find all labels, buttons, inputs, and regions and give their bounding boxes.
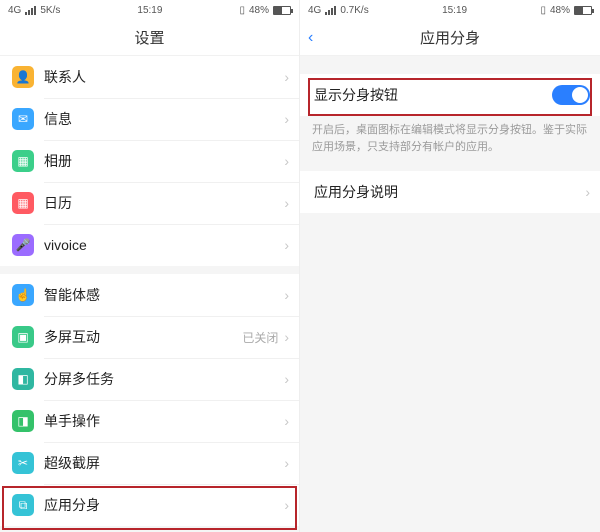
smart-sense-icon: ☝ bbox=[12, 284, 34, 306]
row-app-clone[interactable]: ⧉ 应用分身 › bbox=[0, 484, 299, 526]
row-label: 显示分身按钮 bbox=[314, 85, 552, 105]
screenshot-icon: ✂ bbox=[12, 452, 34, 474]
row-label: 超级截屏 bbox=[44, 453, 282, 473]
group-system: ☝ 智能体感 › ▣ 多屏互动 已关闭 › ◧ 分屏多任务 › ◨ 单手 bbox=[0, 274, 299, 526]
split-task-icon: ◧ bbox=[12, 368, 34, 390]
chevron-right-icon: › bbox=[284, 111, 289, 127]
vibrate-icon: ▯ bbox=[239, 5, 245, 16]
row-vivoice[interactable]: 🎤 vivoice › bbox=[0, 224, 299, 266]
row-calendar[interactable]: ▦ 日历 › bbox=[0, 182, 299, 224]
net-type: 4G bbox=[8, 5, 21, 16]
chevron-right-icon: › bbox=[284, 497, 289, 513]
net-type: 4G bbox=[308, 5, 321, 16]
multiscreen-icon: ▣ bbox=[12, 326, 34, 348]
battery-pct: 48% bbox=[249, 5, 269, 16]
help-group: 应用分身说明 › bbox=[300, 171, 600, 213]
row-label: 应用分身说明 bbox=[314, 182, 583, 202]
row-show-clone-btn[interactable]: 显示分身按钮 bbox=[300, 74, 600, 116]
statusbar-right-cluster: ▯ 48% bbox=[540, 5, 592, 16]
statusbar-left-cluster: 4G 0.7K/s bbox=[308, 5, 369, 16]
battery-icon bbox=[574, 6, 592, 15]
row-label: 智能体感 bbox=[44, 285, 282, 305]
app-clone-icon: ⧉ bbox=[12, 494, 34, 516]
chevron-right-icon: › bbox=[284, 455, 289, 471]
row-smart-sense[interactable]: ☝ 智能体感 › bbox=[0, 274, 299, 316]
row-label: 应用分身 bbox=[44, 495, 282, 515]
toggle-desc: 开启后，桌面图标在编辑模式将显示分身按钮。鉴于实际应用场景，只支持部分有帐户的应… bbox=[300, 116, 600, 165]
row-label: 信息 bbox=[44, 109, 282, 129]
clock: 15:19 bbox=[442, 5, 467, 16]
statusbar-right: 4G 0.7K/s 15:19 ▯ 48% bbox=[300, 0, 600, 20]
chevron-right-icon: › bbox=[284, 153, 289, 169]
toggle-switch[interactable] bbox=[552, 85, 590, 105]
settings-list[interactable]: 👤 联系人 › ✉ 信息 › ▦ 相册 › ▦ 日历 › bbox=[0, 56, 299, 532]
net-speed: 5K/s bbox=[40, 5, 60, 16]
header-left: 设置 bbox=[0, 20, 299, 56]
chevron-right-icon: › bbox=[284, 287, 289, 303]
row-photos[interactable]: ▦ 相册 › bbox=[0, 140, 299, 182]
calendar-icon: ▦ bbox=[12, 192, 34, 214]
row-label: 联系人 bbox=[44, 67, 282, 87]
row-split-task[interactable]: ◧ 分屏多任务 › bbox=[0, 358, 299, 400]
vivoice-icon: 🎤 bbox=[12, 234, 34, 256]
row-one-hand[interactable]: ◨ 单手操作 › bbox=[0, 400, 299, 442]
chevron-right-icon: › bbox=[284, 195, 289, 211]
row-contacts[interactable]: 👤 联系人 › bbox=[0, 56, 299, 98]
back-button[interactable]: ‹ bbox=[308, 29, 313, 47]
statusbar-left: 4G 5K/s 15:19 ▯ 48% bbox=[0, 0, 299, 20]
clock: 15:19 bbox=[137, 5, 162, 16]
vibrate-icon: ▯ bbox=[540, 5, 546, 16]
row-label: 多屏互动 bbox=[44, 327, 242, 347]
photos-icon: ▦ bbox=[12, 150, 34, 172]
chevron-right-icon: › bbox=[284, 329, 289, 345]
toggle-group: 显示分身按钮 bbox=[300, 74, 600, 116]
phone-settings: 4G 5K/s 15:19 ▯ 48% 设置 👤 联系人 › bbox=[0, 0, 300, 532]
chevron-right-icon: › bbox=[284, 237, 289, 253]
row-label: vivoice bbox=[44, 237, 282, 253]
battery-icon bbox=[273, 6, 291, 15]
phone-app-clone: 4G 0.7K/s 15:19 ▯ 48% ‹ 应用分身 显示分身按钮 开启 bbox=[300, 0, 600, 532]
chevron-right-icon: › bbox=[284, 371, 289, 387]
row-clone-help[interactable]: 应用分身说明 › bbox=[300, 171, 600, 213]
page-title: 设置 bbox=[134, 27, 164, 48]
statusbar-right-cluster: ▯ 48% bbox=[239, 5, 291, 16]
net-speed: 0.7K/s bbox=[340, 5, 368, 16]
battery-pct: 48% bbox=[550, 5, 570, 16]
chevron-right-icon: › bbox=[284, 413, 289, 429]
row-label: 相册 bbox=[44, 151, 282, 171]
page-title: 应用分身 bbox=[420, 27, 480, 48]
row-label: 单手操作 bbox=[44, 411, 282, 431]
row-super-shot[interactable]: ✂ 超级截屏 › bbox=[0, 442, 299, 484]
group-personal: 👤 联系人 › ✉ 信息 › ▦ 相册 › ▦ 日历 › bbox=[0, 56, 299, 266]
header-right: ‹ 应用分身 bbox=[300, 20, 600, 56]
row-aux: 已关闭 bbox=[242, 329, 278, 346]
app-clone-content: 显示分身按钮 开启后，桌面图标在编辑模式将显示分身按钮。鉴于实际应用场景，只支持… bbox=[300, 56, 600, 532]
contacts-icon: 👤 bbox=[12, 66, 34, 88]
messages-icon: ✉ bbox=[12, 108, 34, 130]
statusbar-left-cluster: 4G 5K/s bbox=[8, 5, 60, 16]
one-hand-icon: ◨ bbox=[12, 410, 34, 432]
row-multiscreen[interactable]: ▣ 多屏互动 已关闭 › bbox=[0, 316, 299, 358]
signal-icon bbox=[325, 6, 336, 15]
row-label: 日历 bbox=[44, 193, 282, 213]
row-label: 分屏多任务 bbox=[44, 369, 282, 389]
signal-icon bbox=[25, 6, 36, 15]
chevron-right-icon: › bbox=[284, 69, 289, 85]
two-phone-canvas: 4G 5K/s 15:19 ▯ 48% 设置 👤 联系人 › bbox=[0, 0, 600, 532]
row-messages[interactable]: ✉ 信息 › bbox=[0, 98, 299, 140]
chevron-right-icon: › bbox=[585, 184, 590, 200]
